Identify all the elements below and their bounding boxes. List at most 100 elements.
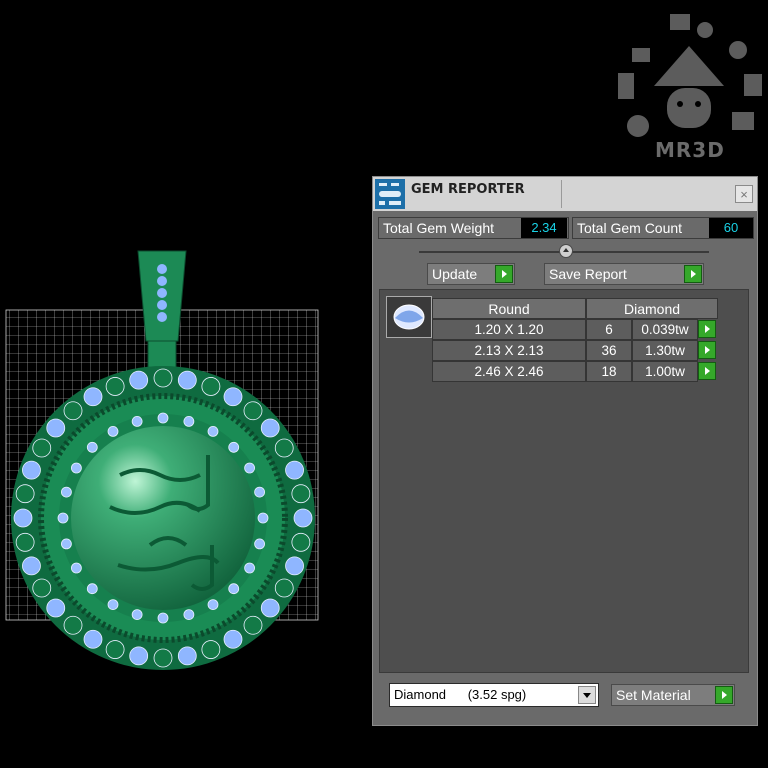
- gem-stone: [260, 418, 280, 438]
- gem-stone: [70, 462, 82, 474]
- gem-stone: [107, 599, 119, 611]
- gem-stone: [153, 648, 173, 668]
- gem-stone: [201, 377, 221, 396]
- gem-size-cell: 2.13 X 2.13: [432, 340, 586, 361]
- set-material-button[interactable]: Set Material: [611, 684, 735, 706]
- gem-stone: [274, 578, 294, 598]
- gem-stone: [257, 512, 269, 524]
- total-gem-weight-value: 2.34: [521, 218, 567, 238]
- gem-stone: [63, 615, 83, 635]
- gem-stone: [15, 532, 35, 552]
- gem-stone: [244, 562, 256, 574]
- play-arrow-icon[interactable]: [698, 320, 716, 338]
- title-bar[interactable]: GEM REPORTER ×: [373, 177, 757, 211]
- gem-stone: [83, 629, 103, 649]
- gem-count-cell: 6: [586, 319, 632, 340]
- gem-stone: [244, 462, 256, 474]
- round-gem-icon[interactable]: [386, 296, 432, 338]
- gem-count-cell: 18: [586, 361, 632, 382]
- gem-stone: [228, 441, 240, 453]
- gem-stone: [243, 615, 263, 635]
- total-gem-count-value: 60: [709, 218, 753, 238]
- gem-stone: [228, 583, 240, 595]
- gem-stone: [254, 538, 265, 550]
- gem-stone: [131, 609, 143, 620]
- gem-stone: [15, 484, 35, 504]
- mr3d-logo: [618, 14, 762, 137]
- gem-weight-cell: 0.039tw: [632, 319, 698, 340]
- pendant-model: [5, 250, 319, 670]
- gem-stone: [207, 425, 219, 437]
- play-arrow-icon: [495, 265, 513, 283]
- gem-stone: [153, 368, 173, 388]
- gem-stone: [183, 609, 195, 620]
- gem-stone: [131, 416, 143, 427]
- gem-stone: [274, 438, 294, 458]
- gem-stone: [86, 583, 98, 595]
- gem-stone: [61, 486, 72, 498]
- gem-stone: [157, 412, 169, 424]
- gem-stone: [177, 370, 197, 390]
- title-divider: [561, 180, 562, 208]
- gem-stone: [254, 486, 265, 498]
- gem-stone: [13, 508, 33, 528]
- gem-weight-cell: 1.30tw: [632, 340, 698, 361]
- gem-stone: [243, 401, 263, 421]
- column-header-material: Diamond: [586, 298, 718, 319]
- material-select-value: Diamond (3.52 spg): [394, 687, 527, 702]
- gem-stone: [293, 508, 313, 528]
- gem-stone: [223, 629, 243, 649]
- gem-stone: [105, 640, 125, 659]
- play-arrow-icon[interactable]: [698, 341, 716, 359]
- gem-list-panel: Round Diamond 1.20 X 1.20 6 0.039tw 2.13…: [379, 289, 749, 673]
- gem-stone: [86, 441, 98, 453]
- material-select[interactable]: Diamond (3.52 spg): [389, 683, 599, 707]
- gem-stone: [107, 425, 119, 437]
- gem-weight-cell: 1.00tw: [632, 361, 698, 382]
- gem-stone: [22, 460, 41, 480]
- play-arrow-icon: [715, 686, 733, 704]
- update-button[interactable]: Update: [427, 263, 515, 285]
- column-header-shape: Round: [432, 298, 586, 319]
- gem-stone: [183, 416, 195, 427]
- gem-stone: [223, 387, 243, 407]
- gem-stone: [105, 377, 125, 396]
- slider-thumb-icon[interactable]: [559, 244, 573, 258]
- gem-stone: [285, 556, 304, 576]
- play-arrow-icon[interactable]: [698, 362, 716, 380]
- center-disk: [71, 426, 255, 610]
- close-icon[interactable]: ×: [735, 185, 753, 203]
- update-button-label: Update: [432, 266, 478, 282]
- gem-stone: [177, 646, 197, 666]
- gem-stone: [291, 484, 311, 504]
- gem-stone: [46, 418, 66, 438]
- gem-stone: [32, 578, 52, 598]
- gem-stone: [83, 387, 103, 407]
- watermark-brand-text: MR3D: [655, 138, 725, 162]
- save-report-button[interactable]: Save Report: [544, 263, 704, 285]
- gem-stone: [32, 438, 52, 458]
- gem-stone: [46, 598, 66, 618]
- gem-stone: [157, 612, 169, 624]
- gem-stone: [70, 562, 82, 574]
- gem-stone: [285, 460, 304, 480]
- gem-stone: [291, 532, 311, 552]
- gem-stone: [129, 646, 149, 666]
- gem-count-cell: 36: [586, 340, 632, 361]
- dialog-title: GEM REPORTER: [411, 182, 525, 197]
- gem-size-cell: 2.46 X 2.46: [432, 361, 586, 382]
- dropdown-arrow-icon[interactable]: [578, 686, 596, 704]
- gem-stone: [201, 640, 221, 659]
- play-arrow-icon: [684, 265, 702, 283]
- gem-reporter-dialog: GEM REPORTER × Total Gem Weight 2.34 Tot…: [372, 176, 758, 726]
- gem-stone: [57, 512, 69, 524]
- gem-stone: [22, 556, 41, 576]
- gem-stone: [61, 538, 72, 550]
- gem-stone: [260, 598, 280, 618]
- gem-stone: [129, 370, 149, 390]
- set-material-button-label: Set Material: [616, 687, 691, 703]
- gem-reporter-app-icon: [375, 179, 405, 209]
- gem-size-cell: 1.20 X 1.20: [432, 319, 586, 340]
- gem-stone: [207, 599, 219, 611]
- save-report-button-label: Save Report: [549, 266, 627, 282]
